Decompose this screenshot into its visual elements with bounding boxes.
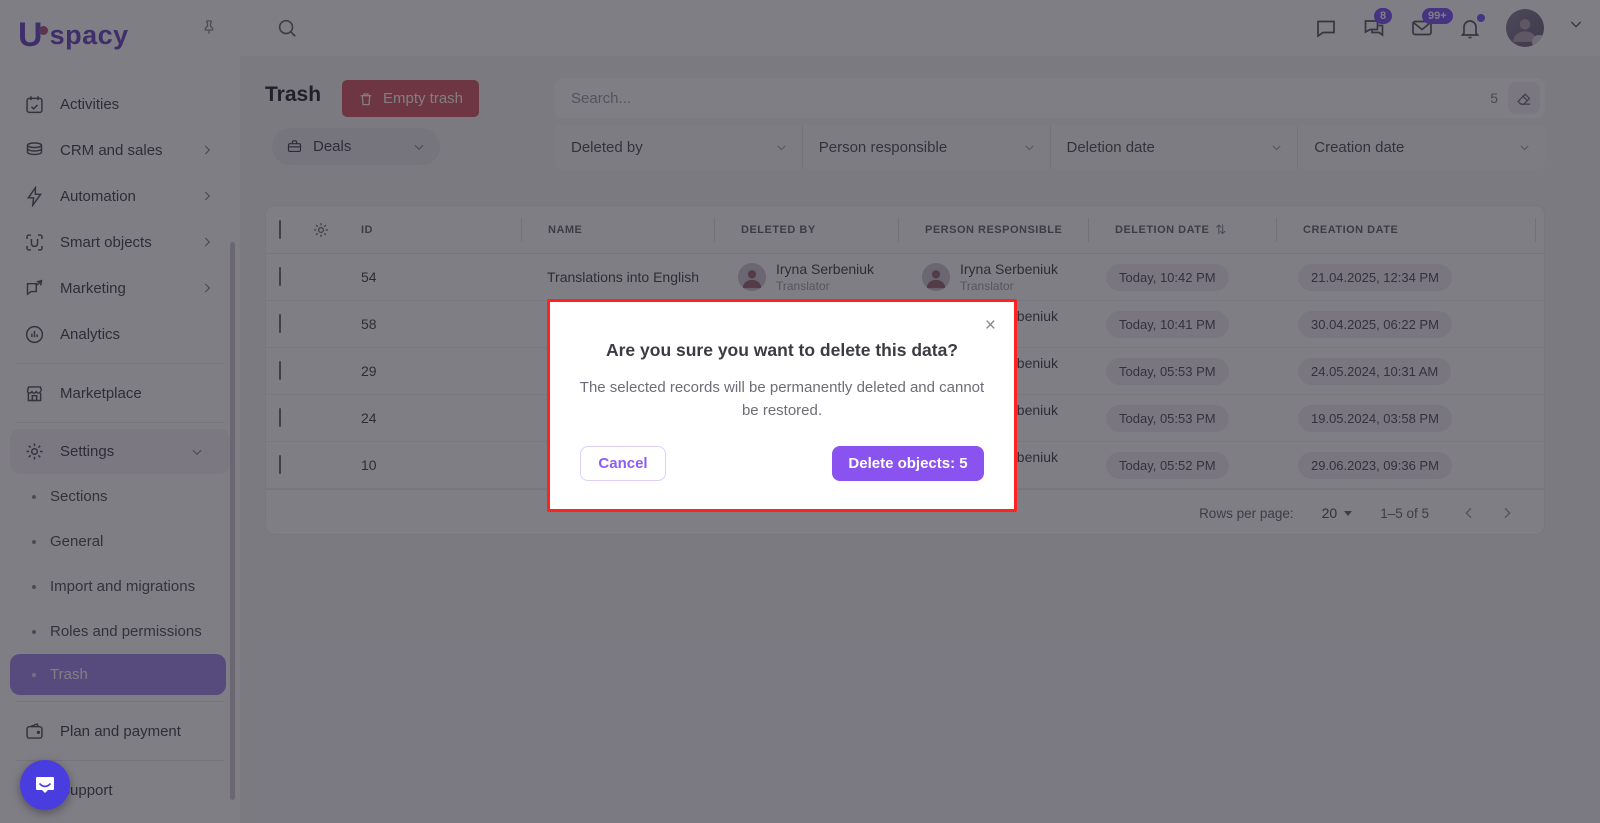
close-icon[interactable]: × [985, 316, 996, 335]
modal-actions: Cancel Delete objects: 5 [580, 446, 984, 481]
delete-confirmation-modal: × Are you sure you want to delete this d… [547, 299, 1017, 512]
modal-title: Are you sure you want to delete this dat… [550, 340, 1014, 361]
chat-bubble-icon [33, 773, 57, 797]
delete-objects-button[interactable]: Delete objects: 5 [832, 446, 984, 481]
modal-body-text: The selected records will be permanently… [576, 377, 988, 422]
support-chat-fab[interactable] [20, 760, 70, 810]
cancel-button[interactable]: Cancel [580, 446, 666, 481]
